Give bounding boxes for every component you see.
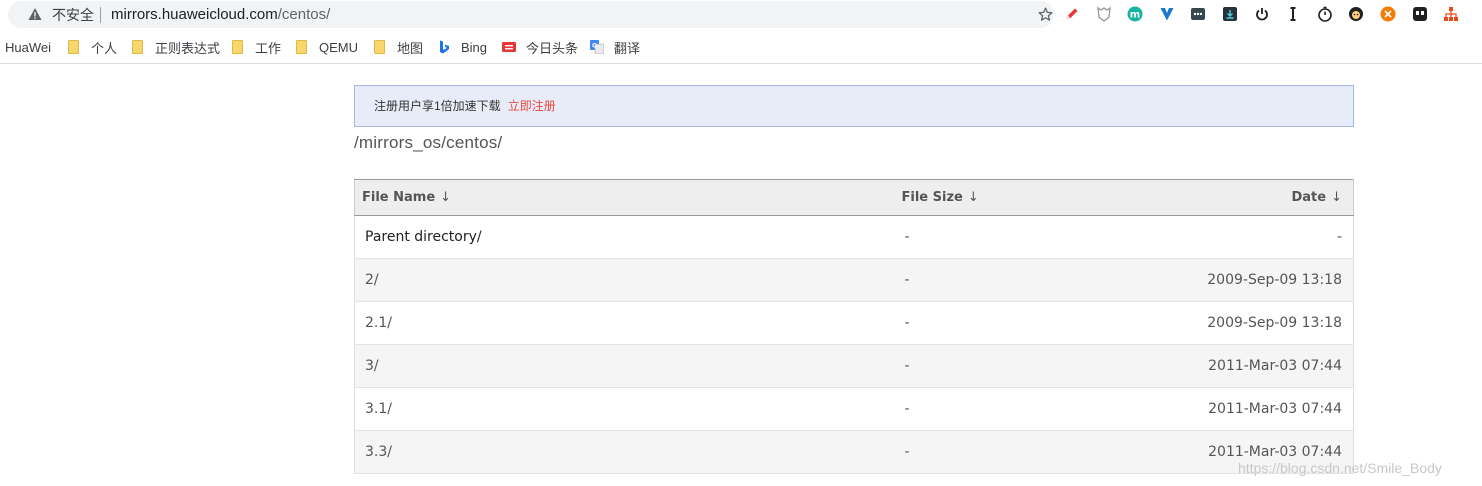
file-date: 2009-Sep-09 13:18 [1156,258,1354,302]
sort-arrow-icon: ↓ [440,190,452,205]
dots-extension-icon[interactable] [1188,4,1208,24]
table-row: 3.1/ - 2011-Mar-03 07:44 [354,387,1354,431]
bookmarks-bar: HuaWei 个人 正则表达式 工作 QEMU 地图 Bing 今日头条 G 翻… [0,29,1482,64]
file-size: - [900,344,1157,388]
omnibox[interactable]: 不安全 mirrors.huaweicloud.com/centos/ [8,1,1054,28]
breadcrumb: /mirrors_os/centos/ [354,133,503,152]
url-text[interactable]: mirrors.huaweicloud.com/centos/ [111,6,330,24]
folder-icon [68,40,79,54]
text-cursor-extension-icon[interactable] [1283,4,1303,24]
file-size: - [900,258,1157,302]
column-label: Date [1291,190,1327,205]
file-name-link[interactable]: 2/ [354,258,901,302]
extensions-toolbar: m [1062,2,1473,26]
bookmark-translate[interactable]: G 翻译 [590,38,640,56]
file-size: - [900,301,1157,345]
column-header-date[interactable]: Date ↓ [1156,179,1354,216]
folder-icon [232,40,243,54]
file-size: - [900,430,1157,474]
register-banner: 注册用户享1倍加速下载 立即注册 [354,85,1354,127]
file-date: 2011-Mar-03 07:44 [1156,387,1354,431]
bookmark-label: QEMU [319,39,358,55]
svg-text:m: m [1130,10,1140,21]
warning-icon[interactable] [28,7,42,21]
file-date: 2009-Sep-09 13:18 [1156,301,1354,345]
table-header-row: File Name ↓ File Size ↓ Date ↓ [354,179,1354,216]
folder-icon [374,40,385,54]
bookmark-huawei[interactable]: HuaWei [5,38,51,56]
file-size: - [900,215,1157,259]
file-size: - [900,387,1157,431]
bookmark-bing[interactable]: Bing [437,38,487,56]
url-path: /centos/ [277,6,331,23]
bookmark-folder-regex[interactable]: 正则表达式 [132,38,220,56]
file-name-link[interactable]: Parent directory/ [354,215,901,259]
table-row: 3/ - 2011-Mar-03 07:44 [354,344,1354,388]
bookmark-label: 地图 [397,40,424,56]
bookmark-label: 翻译 [614,40,641,56]
banner-text: 注册用户享1倍加速下载 [374,99,501,113]
bookmark-folder-qemu[interactable]: QEMU [296,38,358,56]
pen-extension-icon[interactable] [1062,4,1082,24]
power-extension-icon[interactable] [1252,4,1272,24]
sitemap-extension-icon[interactable] [1441,4,1461,24]
bookmark-toutiao[interactable]: 今日头条 [502,38,578,56]
toutiao-icon [502,42,516,52]
file-name-link[interactable]: 3/ [354,344,901,388]
bookmark-label: HuaWei [5,39,52,55]
svg-text:G: G [592,43,597,50]
address-bar: 不安全 mirrors.huaweicloud.com/centos/ m [0,0,1482,29]
column-header-file-size[interactable]: File Size ↓ [900,179,1157,216]
orange-extension-icon[interactable] [1378,4,1398,24]
bookmark-folder-personal[interactable]: 个人 [68,38,117,56]
file-listing-table: File Name ↓ File Size ↓ Date ↓ Parent direc… [354,179,1354,474]
file-name-link[interactable]: 3.3/ [354,430,901,474]
register-link[interactable]: 立即注册 [508,99,556,113]
folder-icon [296,40,307,54]
column-label: File Size [901,190,963,205]
table-row: 3.3/ - 2011-Mar-03 07:44 [354,430,1354,474]
google-translate-icon: G [590,40,604,54]
mask-extension-icon[interactable] [1094,4,1114,24]
file-date: 2011-Mar-03 07:44 [1156,344,1354,388]
folder-icon [132,40,143,54]
m-extension-icon[interactable]: m [1125,4,1145,24]
omnibox-divider [100,7,101,23]
column-header-file-name[interactable]: File Name ↓ [354,179,901,216]
watermark: https://blog.csdn.net/Smile_Body [1238,460,1442,476]
bing-icon [440,40,449,54]
insecure-label[interactable]: 不安全 [52,6,94,24]
column-label: File Name [362,190,436,205]
bookmark-folder-map[interactable]: 地图 [374,38,423,56]
table-row: 2.1/ - 2009-Sep-09 13:18 [354,301,1354,345]
table-row: Parent directory/ - - [354,215,1354,259]
v-extension-icon[interactable] [1157,4,1177,24]
bookmark-label: 工作 [255,40,282,56]
file-name-link[interactable]: 3.1/ [354,387,901,431]
bookmark-label: 个人 [91,40,118,56]
table-row: 2/ - 2009-Sep-09 13:18 [354,258,1354,302]
bookmark-label: 正则表达式 [155,40,221,56]
timer-extension-icon[interactable] [1315,4,1335,24]
url-host: mirrors.huaweicloud.com [111,6,278,23]
game-extension-icon[interactable] [1410,4,1430,24]
file-date: - [1156,215,1354,259]
bookmark-folder-work[interactable]: 工作 [232,38,281,56]
bookmark-star-icon[interactable] [1037,6,1054,23]
sort-arrow-icon: ↓ [1331,190,1342,205]
avatar-extension-icon[interactable] [1346,4,1366,24]
bookmark-label: 今日头条 [526,40,579,56]
file-name-link[interactable]: 2.1/ [354,301,901,345]
sort-arrow-icon: ↓ [967,190,979,205]
download-extension-icon[interactable] [1220,4,1240,24]
bookmark-label: Bing [461,39,488,55]
